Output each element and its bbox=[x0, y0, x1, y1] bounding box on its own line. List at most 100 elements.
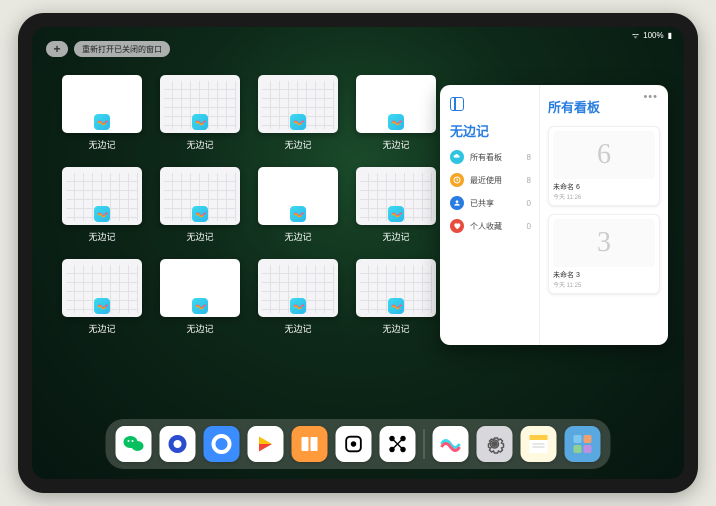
dock-separator bbox=[424, 429, 425, 459]
sidebar-item-count: 0 bbox=[527, 199, 531, 208]
freeform-app-icon bbox=[94, 298, 110, 314]
dock-dice-icon[interactable] bbox=[336, 426, 372, 462]
thumbnail-preview bbox=[258, 75, 338, 133]
sidebar-item-label: 已共享 bbox=[470, 198, 494, 209]
thumbnail-label: 无边记 bbox=[88, 322, 115, 335]
sidebar-item-clock[interactable]: 最近使用 8 bbox=[450, 173, 531, 187]
board-date: 今天 11:25 bbox=[553, 280, 655, 289]
thumbnail-label: 无边记 bbox=[284, 322, 311, 335]
reopen-closed-window-button[interactable]: 重新打开已关闭的窗口 bbox=[74, 41, 170, 57]
freeform-app-icon bbox=[192, 298, 208, 314]
dock-applib-icon[interactable] bbox=[565, 426, 601, 462]
thumbnail-label: 无边记 bbox=[186, 230, 213, 243]
thumbnail-label: 无边记 bbox=[382, 138, 409, 151]
battery-pct: 100% bbox=[643, 31, 663, 40]
cloud-icon bbox=[450, 150, 464, 164]
heart-icon bbox=[450, 219, 464, 233]
window-thumbnail[interactable]: 无边记 bbox=[258, 75, 338, 151]
freeform-app-icon bbox=[192, 114, 208, 130]
window-thumbnail[interactable]: 无边记 bbox=[160, 259, 240, 335]
dock-wechat-icon[interactable] bbox=[116, 426, 152, 462]
freeform-app-icon bbox=[290, 298, 306, 314]
thumbnail-preview bbox=[62, 167, 142, 225]
freeform-app-icon bbox=[192, 206, 208, 222]
dock-play-icon[interactable] bbox=[248, 426, 284, 462]
dock bbox=[106, 419, 611, 469]
dock-nodes-icon[interactable] bbox=[380, 426, 416, 462]
freeform-app-icon bbox=[388, 114, 404, 130]
thumbnail-preview bbox=[258, 167, 338, 225]
sidebar-toggle-icon[interactable] bbox=[450, 97, 464, 111]
freeform-app-icon bbox=[388, 298, 404, 314]
window-thumbnail[interactable]: 无边记 bbox=[258, 259, 338, 335]
thumbnail-preview bbox=[160, 75, 240, 133]
expanded-app-window[interactable]: ••• 无边记 所有看板8最近使用8已共享0个人收藏0 所有看板 6未命名 6今… bbox=[440, 85, 668, 345]
board-name: 未命名 6 bbox=[553, 182, 655, 192]
freeform-app-icon bbox=[94, 114, 110, 130]
freeform-app-icon bbox=[290, 206, 306, 222]
freeform-app-icon bbox=[388, 206, 404, 222]
board-date: 今天 11:26 bbox=[553, 192, 655, 201]
dock-books-icon[interactable] bbox=[292, 426, 328, 462]
thumbnail-label: 无边记 bbox=[88, 230, 115, 243]
thumbnail-label: 无边记 bbox=[284, 138, 311, 151]
wifi-icon: ᯤ bbox=[632, 30, 639, 41]
app-title: 无边记 bbox=[450, 121, 531, 140]
new-window-button[interactable]: + bbox=[46, 41, 68, 57]
thumbnail-preview bbox=[356, 259, 436, 317]
thumbnail-preview bbox=[62, 75, 142, 133]
window-thumbnail[interactable]: 无边记 bbox=[62, 75, 142, 151]
dock-freeform-icon[interactable] bbox=[433, 426, 469, 462]
dock-settings-icon[interactable] bbox=[477, 426, 513, 462]
thumbnail-label: 无边记 bbox=[88, 138, 115, 151]
thumbnail-label: 无边记 bbox=[382, 322, 409, 335]
board-preview: 6 bbox=[553, 131, 655, 179]
thumbnail-preview bbox=[356, 75, 436, 133]
dock-notes-icon[interactable] bbox=[521, 426, 557, 462]
window-thumbnail[interactable]: 无边记 bbox=[160, 75, 240, 151]
thumbnail-label: 无边记 bbox=[284, 230, 311, 243]
freeform-app-icon bbox=[290, 114, 306, 130]
sidebar-item-person[interactable]: 已共享 0 bbox=[450, 196, 531, 210]
thumbnail-label: 无边记 bbox=[382, 230, 409, 243]
window-thumbnail[interactable]: 无边记 bbox=[258, 167, 338, 243]
sidebar-item-label: 个人收藏 bbox=[470, 221, 502, 232]
board-preview: 3 bbox=[553, 219, 655, 267]
ipad-frame: ᯤ 100% ▮ + 重新打开已关闭的窗口 无边记无边记无边记无边记无边记无边记… bbox=[18, 13, 698, 493]
window-thumbnail[interactable]: 无边记 bbox=[356, 75, 436, 151]
thumbnail-preview bbox=[160, 259, 240, 317]
sidebar-item-heart[interactable]: 个人收藏 0 bbox=[450, 219, 531, 233]
thumbnail-preview bbox=[62, 259, 142, 317]
thumbnail-label: 无边记 bbox=[186, 138, 213, 151]
window-thumbnail[interactable]: 无边记 bbox=[356, 167, 436, 243]
board-card[interactable]: 3 未命名 3今天 11:25 bbox=[548, 214, 660, 294]
sidebar-item-label: 最近使用 bbox=[470, 175, 502, 186]
window-more-icon[interactable]: ••• bbox=[643, 91, 658, 103]
sidebar-item-count: 8 bbox=[527, 176, 531, 185]
dock-browser2-icon[interactable] bbox=[204, 426, 240, 462]
clock-icon bbox=[450, 173, 464, 187]
window-thumbnail[interactable]: 无边记 bbox=[62, 167, 142, 243]
top-controls: + 重新打开已关闭的窗口 bbox=[46, 41, 170, 57]
app-switcher-grid: 无边记无边记无边记无边记无边记无边记无边记无边记无边记无边记无边记无边记 bbox=[62, 75, 436, 335]
window-thumbnail[interactable]: 无边记 bbox=[62, 259, 142, 335]
dock-browser1-icon[interactable] bbox=[160, 426, 196, 462]
sidebar: 无边记 所有看板 8 最近使用 8 已共享 0 个人收藏 0 bbox=[440, 85, 540, 345]
thumbnail-preview bbox=[258, 259, 338, 317]
thumbnail-label: 无边记 bbox=[186, 322, 213, 335]
sidebar-item-label: 所有看板 bbox=[470, 152, 502, 163]
sidebar-item-cloud[interactable]: 所有看板 8 bbox=[450, 150, 531, 164]
freeform-app-icon bbox=[94, 206, 110, 222]
window-thumbnail[interactable]: 无边记 bbox=[160, 167, 240, 243]
board-card[interactable]: 6 未命名 6今天 11:26 bbox=[548, 126, 660, 206]
thumbnail-preview bbox=[356, 167, 436, 225]
window-thumbnail[interactable]: 无边记 bbox=[356, 259, 436, 335]
content-pane: 所有看板 6未命名 6今天 11:263未命名 3今天 11:25 bbox=[540, 85, 668, 345]
board-name: 未命名 3 bbox=[553, 270, 655, 280]
thumbnail-preview bbox=[160, 167, 240, 225]
sidebar-item-count: 0 bbox=[527, 222, 531, 231]
status-bar: ᯤ 100% ▮ bbox=[632, 30, 672, 41]
sidebar-item-count: 8 bbox=[527, 153, 531, 162]
battery-icon: ▮ bbox=[668, 31, 672, 40]
screen: ᯤ 100% ▮ + 重新打开已关闭的窗口 无边记无边记无边记无边记无边记无边记… bbox=[32, 27, 684, 479]
